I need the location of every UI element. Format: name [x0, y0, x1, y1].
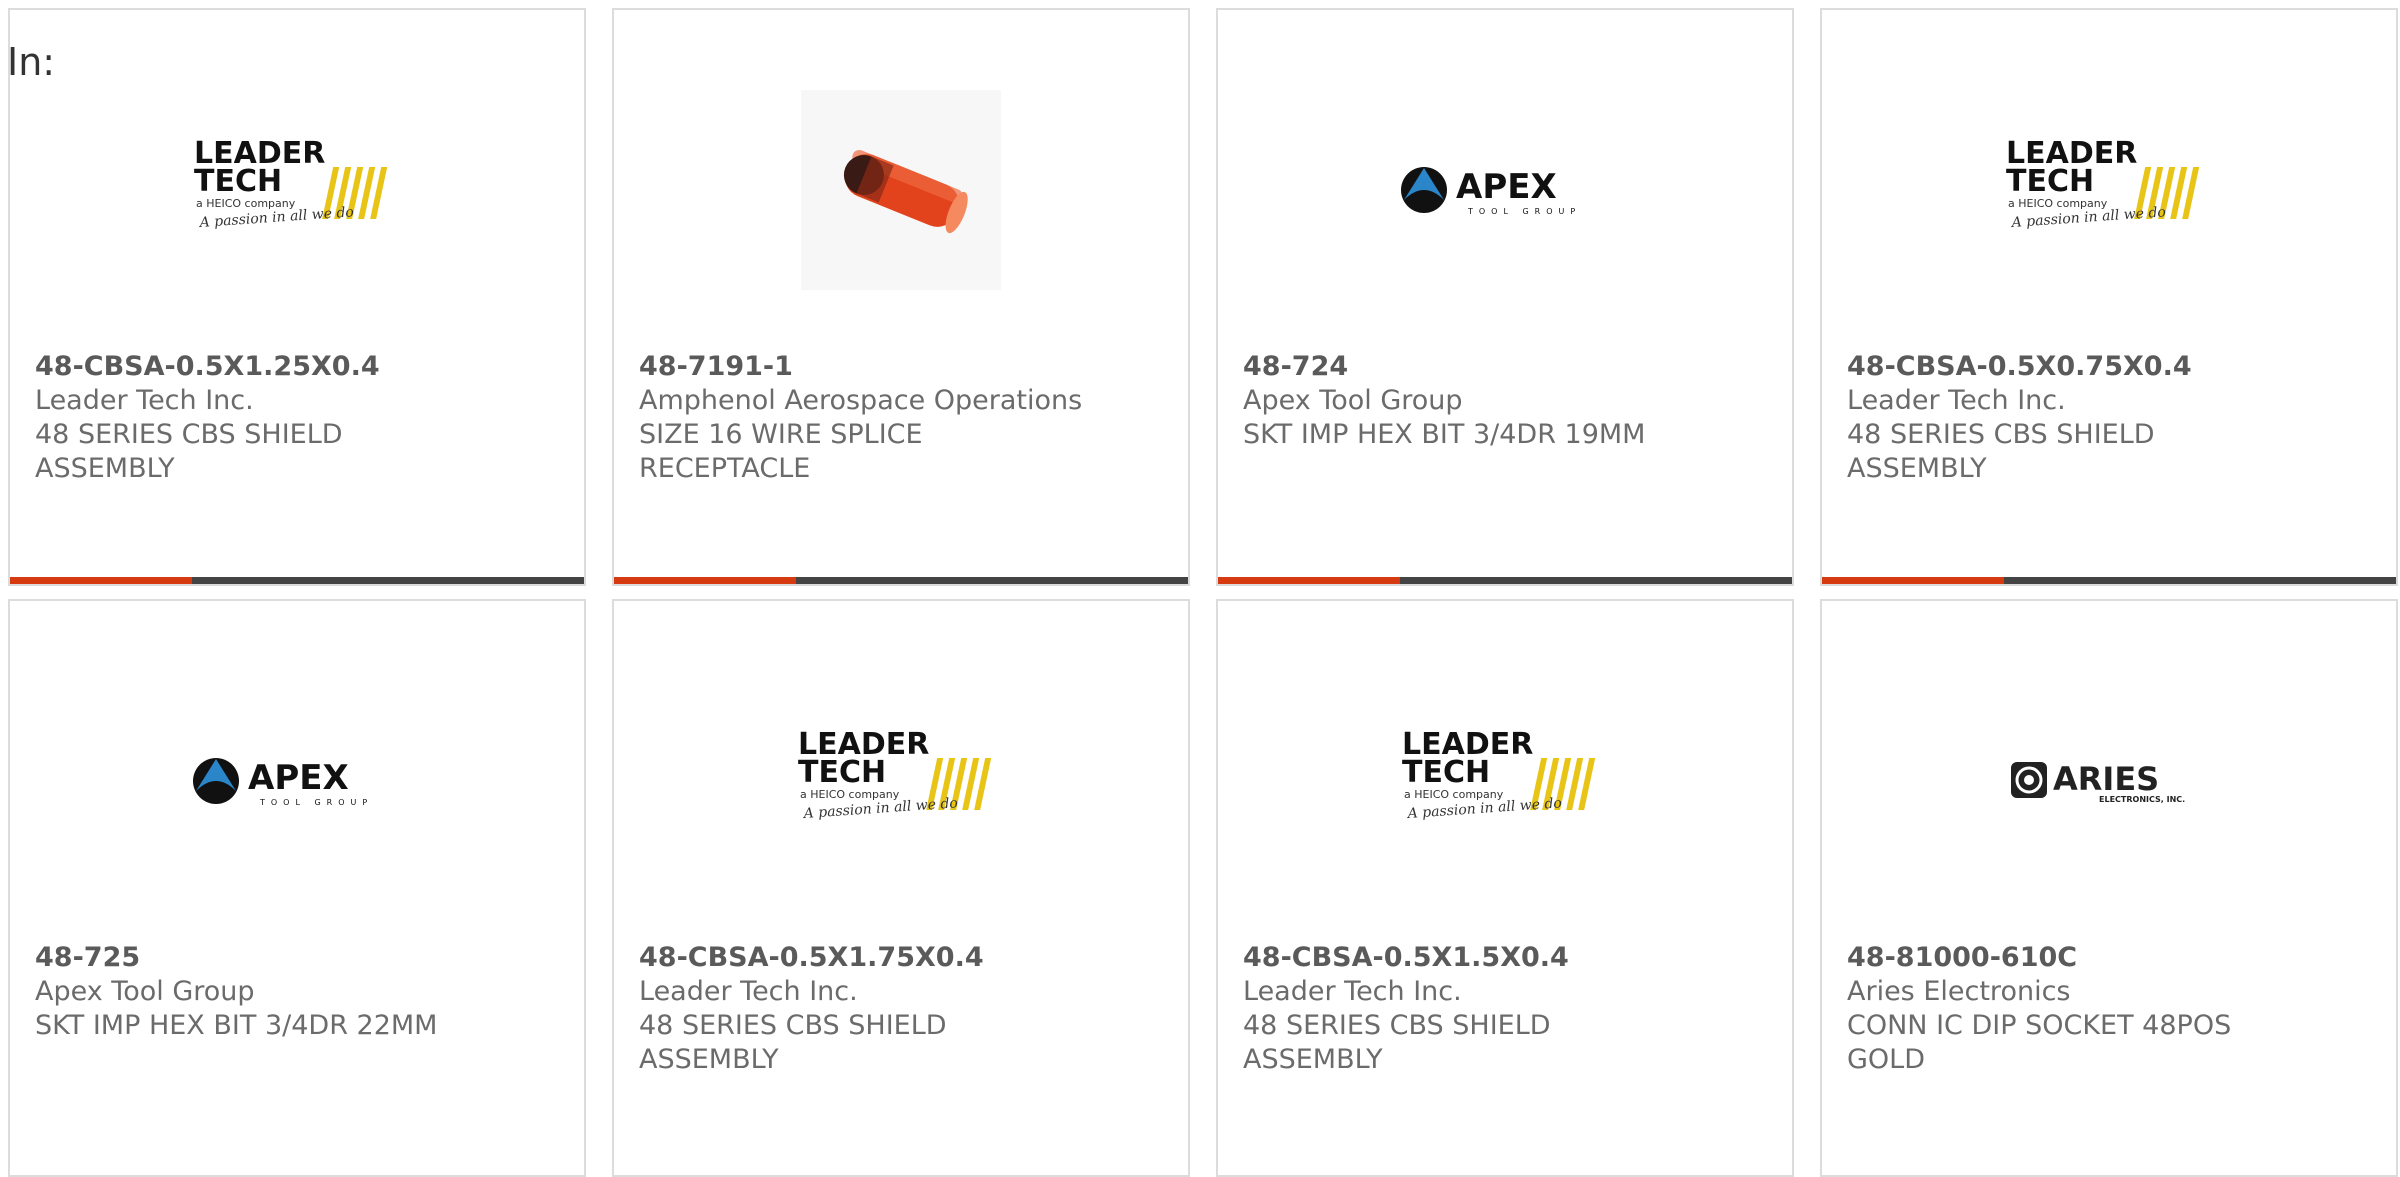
- product-card[interactable]: APEX TOOL GROUP 48-724 Apex Tool Group S…: [1216, 8, 1794, 586]
- apex-logo-icon: APEX TOOL GROUP: [193, 758, 373, 807]
- part-number[interactable]: 48-725: [35, 941, 564, 975]
- card-accent-bar: [1218, 577, 1400, 584]
- svg-text:TECH: TECH: [2006, 164, 2094, 199]
- leader-tech-logo-icon: LEADER TECH a HEICO company A passion in…: [798, 727, 992, 822]
- description-line: SKT IMP HEX BIT 3/4DR 19MM: [1243, 419, 1646, 450]
- svg-text:TECH: TECH: [798, 755, 886, 790]
- card-bottom-bar: [1218, 577, 1792, 584]
- leader-tech-logo: LEADER TECH a HEICO company A passion in…: [10, 70, 584, 310]
- manufacturer: Leader Tech Inc.: [1243, 976, 1462, 1007]
- description-line: SKT IMP HEX BIT 3/4DR 22MM: [35, 1010, 438, 1041]
- description-line: ASSEMBLY: [1243, 1044, 1383, 1075]
- svg-text:ARIES: ARIES: [2053, 760, 2159, 798]
- wire-splice-icon: [801, 90, 1001, 290]
- description-line: ASSEMBLY: [639, 1044, 779, 1075]
- manufacturer: Leader Tech Inc.: [35, 385, 254, 416]
- svg-text:APEX: APEX: [248, 758, 349, 798]
- aries-logo-icon: ARIES ELECTRONICS, INC.: [2011, 760, 2185, 804]
- svg-text:TECH: TECH: [194, 164, 282, 199]
- svg-text:ELECTRONICS, INC.: ELECTRONICS, INC.: [2099, 795, 2185, 804]
- description-line: ASSEMBLY: [1847, 453, 1987, 484]
- card-bottom-bar: [10, 577, 584, 584]
- product-grid: LEADER TECH a HEICO company A passion in…: [8, 8, 2398, 1177]
- manufacturer: Aries Electronics: [1847, 976, 2071, 1007]
- manufacturer: Apex Tool Group: [1243, 385, 1463, 416]
- apex-logo: APEX TOOL GROUP: [1218, 70, 1792, 310]
- card-accent-bar: [1822, 577, 2004, 584]
- product-card[interactable]: LEADER TECH a HEICO company A passion in…: [1820, 8, 2398, 586]
- product-card[interactable]: ARIES ELECTRONICS, INC. 48-81000-610C Ar…: [1820, 599, 2398, 1177]
- svg-text:APEX: APEX: [1456, 167, 1557, 207]
- product-card[interactable]: LEADER TECH a HEICO company A passion in…: [8, 8, 586, 586]
- svg-text:TOOL GROUP: TOOL GROUP: [1467, 207, 1581, 216]
- part-number[interactable]: 48-CBSA-0.5X1.25X0.4: [35, 350, 564, 384]
- leader-tech-logo-icon: LEADER TECH a HEICO company A passion in…: [1402, 727, 1596, 822]
- product-card[interactable]: LEADER TECH a HEICO company A passion in…: [612, 599, 1190, 1177]
- description-line: GOLD: [1847, 1044, 1926, 1075]
- leader-tech-logo-icon: LEADER TECH a HEICO company A passion in…: [2006, 136, 2200, 231]
- product-card[interactable]: LEADER TECH a HEICO company A passion in…: [1216, 599, 1794, 1177]
- svg-text:a HEICO company: a HEICO company: [1404, 788, 1504, 801]
- part-number[interactable]: 48-CBSA-0.5X1.75X0.4: [639, 941, 1168, 975]
- part-number[interactable]: 48-CBSA-0.5X0.75X0.4: [1847, 350, 2376, 384]
- manufacturer: Apex Tool Group: [35, 976, 255, 1007]
- svg-text:TOOL GROUP: TOOL GROUP: [259, 798, 373, 807]
- product-card[interactable]: 48-7191-1 Amphenol Aerospace Operations …: [612, 8, 1190, 586]
- manufacturer: Amphenol Aerospace Operations: [639, 385, 1083, 416]
- svg-text:a HEICO company: a HEICO company: [800, 788, 900, 801]
- manufacturer: Leader Tech Inc.: [639, 976, 858, 1007]
- part-number[interactable]: 48-81000-610C: [1847, 941, 2376, 975]
- description-line: 48 SERIES CBS SHIELD: [1847, 419, 2155, 450]
- manufacturer: Leader Tech Inc.: [1847, 385, 2066, 416]
- apex-logo: APEX TOOL GROUP: [10, 661, 584, 901]
- description-line: CONN IC DIP SOCKET 48POS: [1847, 1010, 2232, 1041]
- description-line: ASSEMBLY: [35, 453, 175, 484]
- leader-tech-logo: LEADER TECH a HEICO company A passion in…: [1218, 661, 1792, 901]
- part-number[interactable]: 48-7191-1: [639, 350, 1168, 384]
- description-line: 48 SERIES CBS SHIELD: [639, 1010, 947, 1041]
- aries-logo: ARIES ELECTRONICS, INC.: [1822, 661, 2396, 901]
- description-line: SIZE 16 WIRE SPLICE: [639, 419, 923, 450]
- apex-logo-icon: APEX TOOL GROUP: [1401, 167, 1581, 216]
- card-accent-bar: [614, 577, 796, 584]
- part-number[interactable]: 48-CBSA-0.5X1.5X0.4: [1243, 941, 1772, 975]
- wire-splice-photo: [614, 70, 1188, 310]
- card-bottom-bar: [1822, 577, 2396, 584]
- svg-text:a HEICO company: a HEICO company: [2008, 197, 2108, 210]
- card-bottom-bar: [614, 577, 1188, 584]
- card-accent-bar: [10, 577, 192, 584]
- leader-tech-logo: LEADER TECH a HEICO company A passion in…: [614, 661, 1188, 901]
- part-number[interactable]: 48-724: [1243, 350, 1772, 384]
- leader-tech-logo-icon: LEADER TECH a HEICO company A passion in…: [194, 136, 388, 231]
- leader-tech-logo: LEADER TECH a HEICO company A passion in…: [1822, 70, 2396, 310]
- in-label: In:: [7, 40, 56, 84]
- description-line: 48 SERIES CBS SHIELD: [35, 419, 343, 450]
- svg-text:a HEICO company: a HEICO company: [196, 197, 296, 210]
- description-line: 48 SERIES CBS SHIELD: [1243, 1010, 1551, 1041]
- svg-text:TECH: TECH: [1402, 755, 1490, 790]
- description-line: RECEPTACLE: [639, 453, 811, 484]
- product-card[interactable]: APEX TOOL GROUP 48-725 Apex Tool Group S…: [8, 599, 586, 1177]
